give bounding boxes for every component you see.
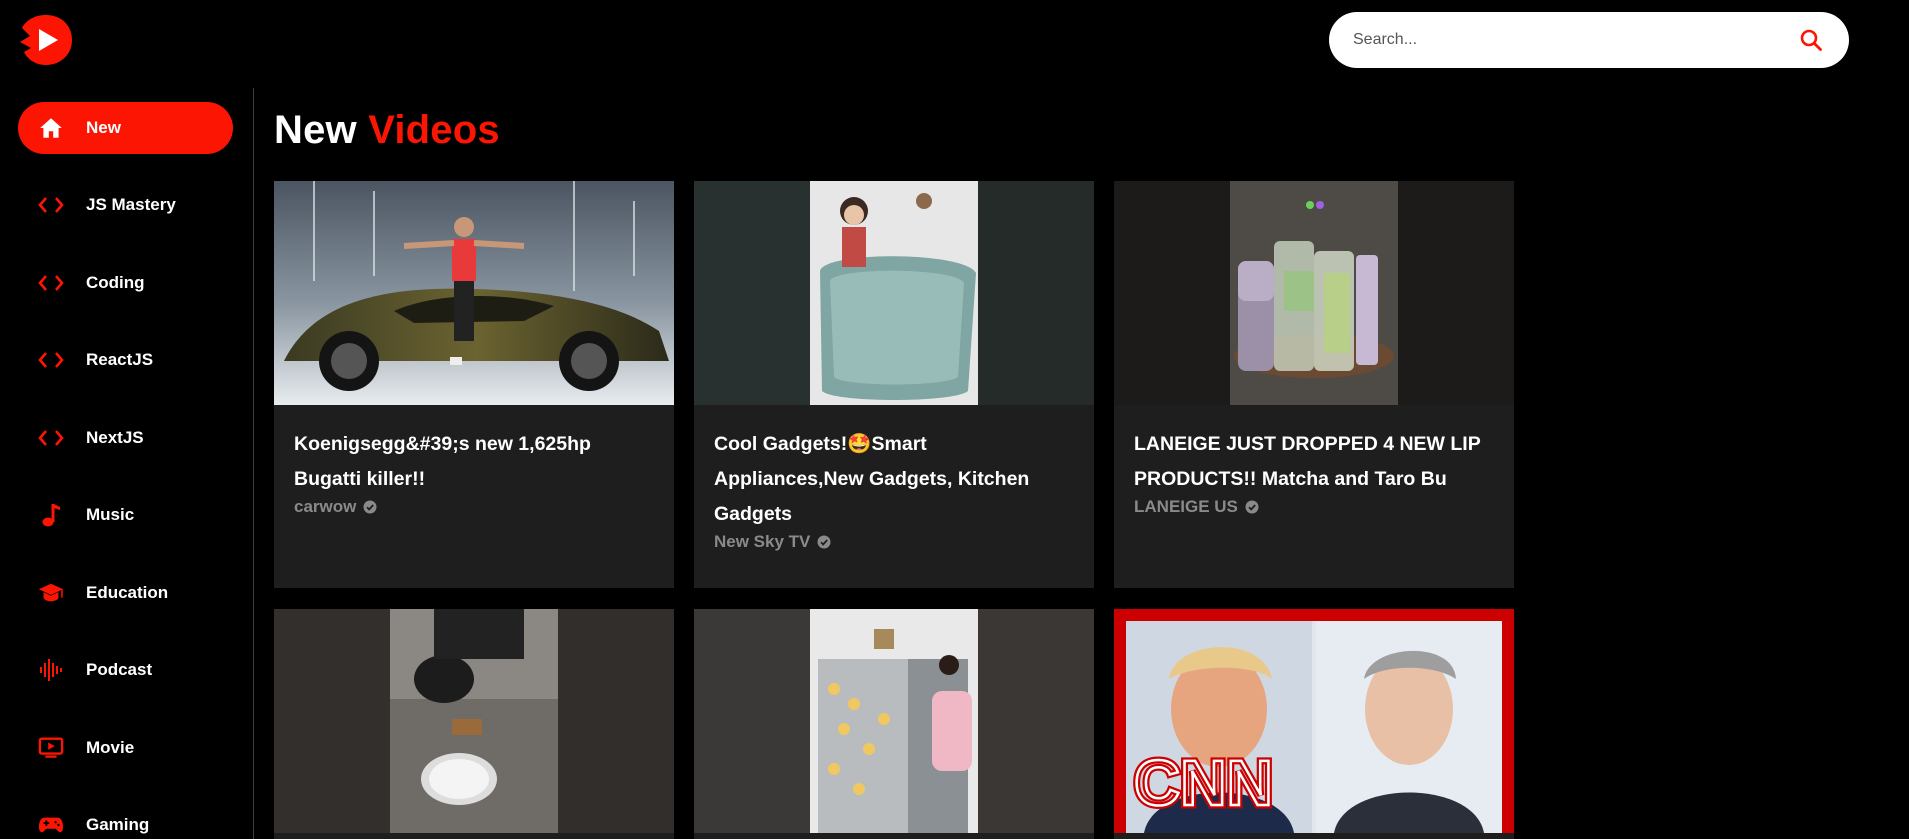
youtube-logo[interactable] (18, 12, 74, 68)
sidebar-item-label: Education (86, 583, 169, 602)
search-button[interactable] (1797, 26, 1825, 54)
sidebar-item-label: New (86, 118, 121, 137)
video-card[interactable] (274, 609, 674, 839)
sidebar-item-new[interactable]: New (18, 102, 233, 154)
sidebar-item-music[interactable]: Music (18, 489, 233, 541)
sidebar-item-js-mastery[interactable]: JS Mastery (18, 179, 233, 231)
sidebar-item-label: Gaming (86, 815, 150, 834)
sidebar-item-label: Podcast (86, 660, 153, 679)
sidebar-item-label: Movie (86, 738, 135, 757)
video-card[interactable]: Cool Gadgets!🤩Smart Appliances,New Gadge… (694, 181, 1094, 588)
sidebar-item-coding[interactable]: Coding (18, 257, 233, 309)
sidebar-item-gaming[interactable]: Gaming (18, 799, 233, 839)
cnn-logo-inner: CNN (1134, 747, 1273, 819)
video-card[interactable]: LANEIGE JUST DROPPED 4 NEW LIP PRODUCTS!… (1114, 181, 1514, 588)
code-icon (38, 192, 64, 218)
sidebar-item-label: Coding (86, 273, 145, 292)
sidebar-item-label: Music (86, 505, 135, 524)
verified-check-icon (1245, 500, 1259, 514)
search-input[interactable] (1353, 31, 1797, 49)
video-title[interactable]: LANEIGE JUST DROPPED 4 NEW LIP PRODUCTS!… (1134, 427, 1494, 497)
verified-check-icon (817, 535, 831, 549)
youtube-play-logo-icon (20, 15, 72, 65)
sidebar-item-education[interactable]: Education (18, 567, 233, 619)
sidebar-item-label: NextJS (86, 428, 144, 447)
code-icon (38, 347, 64, 373)
page-title-accent: Videos (368, 108, 500, 152)
sidebar-item-label: JS Mastery (86, 195, 176, 214)
music-note-icon (38, 502, 64, 528)
video-thumbnail[interactable] (274, 609, 674, 833)
tv-play-icon (38, 735, 64, 761)
video-thumbnail[interactable] (1114, 181, 1514, 405)
sidebar-item-movie[interactable]: Movie (18, 722, 233, 774)
channel-link[interactable]: New Sky TV (714, 532, 1074, 552)
video-thumbnail[interactable] (694, 609, 1094, 833)
search-icon (1800, 29, 1822, 51)
video-title[interactable]: Koenigsegg&#39;s new 1,625hp Bugatti kil… (294, 427, 654, 497)
video-card[interactable] (694, 609, 1094, 839)
channel-link[interactable]: carwow (294, 497, 654, 517)
sidebar-item-nextjs[interactable]: NextJS (18, 412, 233, 464)
video-card[interactable]: Koenigsegg&#39;s new 1,625hp Bugatti kil… (274, 181, 674, 588)
verified-check-icon (363, 500, 377, 514)
video-card[interactable]: CNN CNN (1114, 609, 1514, 839)
page-title: New Videos (274, 108, 500, 153)
channel-name: carwow (294, 497, 357, 516)
page-title-white: New (274, 108, 357, 152)
sidebar-item-reactjs[interactable]: ReactJS (18, 334, 233, 386)
video-thumbnail[interactable]: CNN CNN (1114, 609, 1514, 833)
sidebar: New JS Mastery Coding ReactJS NextJS Mus… (0, 88, 254, 839)
video-title[interactable]: Cool Gadgets!🤩Smart Appliances,New Gadge… (714, 427, 1074, 532)
channel-name: New Sky TV (714, 532, 811, 551)
audio-wave-icon (38, 657, 64, 683)
sidebar-item-podcast[interactable]: Podcast (18, 644, 233, 696)
video-thumbnail[interactable] (274, 181, 674, 405)
sidebar-item-label: ReactJS (86, 350, 154, 369)
video-thumbnail[interactable] (694, 181, 1094, 405)
code-icon (38, 425, 64, 451)
home-icon (38, 115, 64, 141)
gamepad-icon (38, 812, 64, 838)
channel-link[interactable]: LANEIGE US (1134, 497, 1494, 517)
search-bar[interactable] (1329, 12, 1849, 68)
channel-name: LANEIGE US (1134, 497, 1238, 516)
code-icon (38, 270, 64, 296)
graduation-cap-icon (38, 580, 64, 606)
